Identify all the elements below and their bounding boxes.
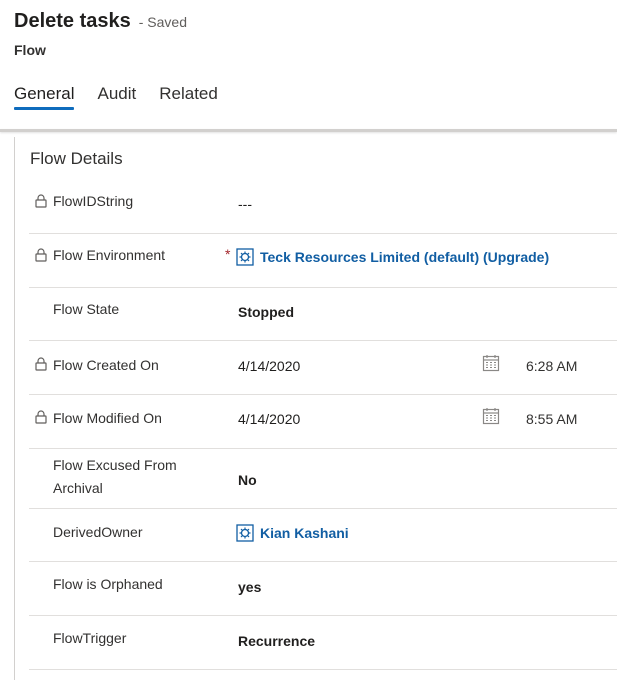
tab-related[interactable]: Related (159, 84, 218, 110)
field-row-trigger: FlowTrigger Recurrence (29, 616, 617, 670)
environment-link[interactable]: Teck Resources Limited (default) (Upgrad… (236, 248, 549, 266)
field-label-environment: Flow Environment (53, 247, 166, 263)
header-divider (0, 129, 617, 132)
field-row-owner: DerivedOwner Kian Kashani (29, 509, 617, 562)
field-value-created-date: 4/14/2020 (238, 358, 301, 374)
field-label-excused-line1: Flow Excused From (53, 457, 177, 473)
environment-link-text[interactable]: Teck Resources Limited (default) (Upgrad… (260, 249, 549, 265)
record-icon (236, 248, 254, 266)
owner-link[interactable]: Kian Kashani (236, 524, 349, 542)
field-value-modified-time: 8:55 AM (526, 411, 578, 427)
page-title: Delete tasks (14, 10, 131, 32)
field-value-orphaned: yes (238, 579, 262, 595)
title-row: Delete tasks - Saved (14, 10, 187, 33)
field-label-created-on: Flow Created On (53, 357, 159, 373)
owner-link-text[interactable]: Kian Kashani (260, 525, 349, 541)
tab-general[interactable]: General (14, 84, 75, 110)
lock-icon (35, 357, 47, 371)
field-row-environment: Flow Environment * Teck Resources Limite… (29, 234, 617, 288)
lock-icon (35, 410, 47, 424)
record-icon (236, 524, 254, 542)
saved-status: - Saved (138, 14, 187, 30)
section-title: Flow Details (30, 149, 123, 168)
field-row-modified-on: Flow Modified On 4/14/2020 8:55 AM (29, 395, 617, 449)
field-row-orphaned: Flow is Orphaned yes (29, 562, 617, 616)
field-value-trigger: Recurrence (238, 633, 316, 649)
field-row-flow-id: FlowIDString --- (29, 181, 617, 234)
field-label-orphaned: Flow is Orphaned (53, 576, 163, 592)
calendar-icon[interactable] (482, 407, 500, 425)
flow-details-section: Flow Details FlowIDString --- Flow Envir… (14, 137, 617, 680)
field-label-modified-on: Flow Modified On (53, 410, 162, 426)
required-indicator: * (225, 246, 231, 262)
field-label-trigger: FlowTrigger (53, 630, 127, 646)
calendar-icon[interactable] (482, 354, 500, 372)
lock-icon (35, 248, 47, 262)
field-value-state: Stopped (238, 304, 294, 320)
field-value-created-time: 6:28 AM (526, 358, 578, 374)
entity-name: Flow (14, 42, 46, 58)
field-row-created-on: Flow Created On 4/14/2020 6:28 AM (29, 341, 617, 395)
field-row-state: Flow State Stopped (29, 288, 617, 341)
form-header: Delete tasks - Saved Flow General Audit … (0, 0, 617, 132)
field-label-owner: DerivedOwner (53, 524, 143, 540)
field-label-state: Flow State (53, 301, 120, 317)
field-label-excused-line2: Archival (53, 480, 103, 496)
lock-icon (35, 194, 47, 208)
field-row-excused: Flow Excused From Archival No (29, 449, 617, 509)
tab-audit[interactable]: Audit (97, 84, 136, 110)
field-value-modified-date: 4/14/2020 (238, 411, 301, 427)
field-value-excused: No (238, 472, 257, 488)
tab-list: General Audit Related (14, 84, 241, 110)
field-value-flow-id: --- (238, 196, 252, 212)
field-label-flow-id: FlowIDString (53, 193, 134, 209)
